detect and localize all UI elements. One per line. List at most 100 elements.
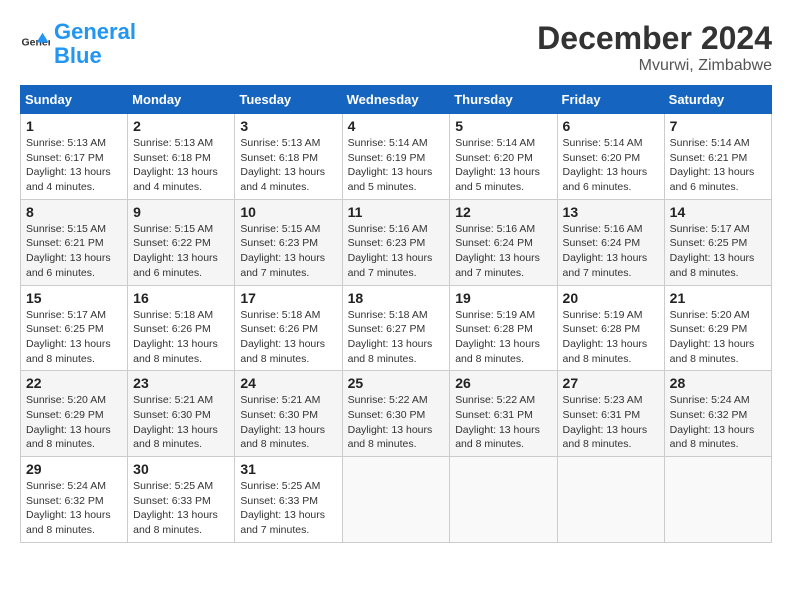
title-block: December 2024 Mvurwi, Zimbabwe [537, 20, 772, 75]
location-subtitle: Mvurwi, Zimbabwe [537, 57, 772, 75]
day-info: Sunrise: 5:18 AMSunset: 6:26 PMDaylight:… [240, 309, 325, 365]
day-number: 6 [563, 118, 659, 134]
calendar-cell: 10 Sunrise: 5:15 AMSunset: 6:23 PMDaylig… [235, 199, 342, 285]
calendar-cell [342, 457, 450, 543]
calendar-cell: 6 Sunrise: 5:14 AMSunset: 6:20 PMDayligh… [557, 114, 664, 200]
calendar-cell: 2 Sunrise: 5:13 AMSunset: 6:18 PMDayligh… [128, 114, 235, 200]
day-number: 24 [240, 375, 336, 391]
day-number: 30 [133, 461, 229, 477]
day-info: Sunrise: 5:15 AMSunset: 6:22 PMDaylight:… [133, 223, 218, 279]
day-number: 29 [26, 461, 122, 477]
calendar-cell: 29 Sunrise: 5:24 AMSunset: 6:32 PMDaylig… [21, 457, 128, 543]
header-saturday: Saturday [664, 86, 771, 114]
day-number: 31 [240, 461, 336, 477]
day-info: Sunrise: 5:13 AMSunset: 6:18 PMDaylight:… [240, 137, 325, 193]
calendar-cell [664, 457, 771, 543]
calendar-cell: 17 Sunrise: 5:18 AMSunset: 6:26 PMDaylig… [235, 285, 342, 371]
calendar-cell [557, 457, 664, 543]
calendar-cell: 20 Sunrise: 5:19 AMSunset: 6:28 PMDaylig… [557, 285, 664, 371]
day-info: Sunrise: 5:20 AMSunset: 6:29 PMDaylight:… [670, 309, 755, 365]
calendar-cell: 22 Sunrise: 5:20 AMSunset: 6:29 PMDaylig… [21, 371, 128, 457]
day-number: 4 [348, 118, 445, 134]
calendar-cell: 4 Sunrise: 5:14 AMSunset: 6:19 PMDayligh… [342, 114, 450, 200]
day-info: Sunrise: 5:14 AMSunset: 6:20 PMDaylight:… [455, 137, 540, 193]
day-number: 1 [26, 118, 122, 134]
calendar-cell: 31 Sunrise: 5:25 AMSunset: 6:33 PMDaylig… [235, 457, 342, 543]
calendar-cell: 14 Sunrise: 5:17 AMSunset: 6:25 PMDaylig… [664, 199, 771, 285]
calendar-cell: 3 Sunrise: 5:13 AMSunset: 6:18 PMDayligh… [235, 114, 342, 200]
day-number: 9 [133, 204, 229, 220]
day-number: 18 [348, 290, 445, 306]
header-sunday: Sunday [21, 86, 128, 114]
calendar-cell: 1 Sunrise: 5:13 AMSunset: 6:17 PMDayligh… [21, 114, 128, 200]
day-info: Sunrise: 5:15 AMSunset: 6:21 PMDaylight:… [26, 223, 111, 279]
weekday-header-row: Sunday Monday Tuesday Wednesday Thursday… [21, 86, 772, 114]
day-number: 13 [563, 204, 659, 220]
day-info: Sunrise: 5:25 AMSunset: 6:33 PMDaylight:… [133, 480, 218, 536]
calendar-cell: 8 Sunrise: 5:15 AMSunset: 6:21 PMDayligh… [21, 199, 128, 285]
day-number: 7 [670, 118, 766, 134]
header-thursday: Thursday [450, 86, 557, 114]
day-info: Sunrise: 5:16 AMSunset: 6:24 PMDaylight:… [455, 223, 540, 279]
calendar-cell: 19 Sunrise: 5:19 AMSunset: 6:28 PMDaylig… [450, 285, 557, 371]
day-info: Sunrise: 5:15 AMSunset: 6:23 PMDaylight:… [240, 223, 325, 279]
day-number: 21 [670, 290, 766, 306]
day-number: 26 [455, 375, 551, 391]
day-number: 25 [348, 375, 445, 391]
day-number: 2 [133, 118, 229, 134]
calendar-cell: 28 Sunrise: 5:24 AMSunset: 6:32 PMDaylig… [664, 371, 771, 457]
day-number: 17 [240, 290, 336, 306]
day-info: Sunrise: 5:18 AMSunset: 6:26 PMDaylight:… [133, 309, 218, 365]
day-number: 12 [455, 204, 551, 220]
day-info: Sunrise: 5:20 AMSunset: 6:29 PMDaylight:… [26, 394, 111, 450]
calendar-cell: 16 Sunrise: 5:18 AMSunset: 6:26 PMDaylig… [128, 285, 235, 371]
calendar-cell: 27 Sunrise: 5:23 AMSunset: 6:31 PMDaylig… [557, 371, 664, 457]
calendar-cell: 5 Sunrise: 5:14 AMSunset: 6:20 PMDayligh… [450, 114, 557, 200]
calendar-cell: 24 Sunrise: 5:21 AMSunset: 6:30 PMDaylig… [235, 371, 342, 457]
day-number: 20 [563, 290, 659, 306]
page-header: General GeneralBlue December 2024 Mvurwi… [20, 20, 772, 75]
header-friday: Friday [557, 86, 664, 114]
day-info: Sunrise: 5:22 AMSunset: 6:31 PMDaylight:… [455, 394, 540, 450]
calendar-cell: 30 Sunrise: 5:25 AMSunset: 6:33 PMDaylig… [128, 457, 235, 543]
day-info: Sunrise: 5:19 AMSunset: 6:28 PMDaylight:… [563, 309, 648, 365]
day-number: 5 [455, 118, 551, 134]
day-info: Sunrise: 5:24 AMSunset: 6:32 PMDaylight:… [26, 480, 111, 536]
day-number: 10 [240, 204, 336, 220]
calendar-cell [450, 457, 557, 543]
day-number: 22 [26, 375, 122, 391]
calendar-week-row: 15 Sunrise: 5:17 AMSunset: 6:25 PMDaylig… [21, 285, 772, 371]
calendar-table: Sunday Monday Tuesday Wednesday Thursday… [20, 85, 772, 543]
calendar-cell: 18 Sunrise: 5:18 AMSunset: 6:27 PMDaylig… [342, 285, 450, 371]
day-info: Sunrise: 5:14 AMSunset: 6:20 PMDaylight:… [563, 137, 648, 193]
day-info: Sunrise: 5:17 AMSunset: 6:25 PMDaylight:… [670, 223, 755, 279]
calendar-week-row: 29 Sunrise: 5:24 AMSunset: 6:32 PMDaylig… [21, 457, 772, 543]
day-number: 16 [133, 290, 229, 306]
calendar-week-row: 8 Sunrise: 5:15 AMSunset: 6:21 PMDayligh… [21, 199, 772, 285]
day-number: 23 [133, 375, 229, 391]
logo-text: GeneralBlue [54, 20, 136, 68]
day-info: Sunrise: 5:16 AMSunset: 6:23 PMDaylight:… [348, 223, 433, 279]
day-info: Sunrise: 5:14 AMSunset: 6:19 PMDaylight:… [348, 137, 433, 193]
day-number: 14 [670, 204, 766, 220]
logo: General GeneralBlue [20, 20, 136, 68]
day-info: Sunrise: 5:13 AMSunset: 6:18 PMDaylight:… [133, 137, 218, 193]
day-info: Sunrise: 5:21 AMSunset: 6:30 PMDaylight:… [240, 394, 325, 450]
day-info: Sunrise: 5:18 AMSunset: 6:27 PMDaylight:… [348, 309, 433, 365]
day-info: Sunrise: 5:24 AMSunset: 6:32 PMDaylight:… [670, 394, 755, 450]
calendar-cell: 9 Sunrise: 5:15 AMSunset: 6:22 PMDayligh… [128, 199, 235, 285]
day-number: 3 [240, 118, 336, 134]
calendar-cell: 15 Sunrise: 5:17 AMSunset: 6:25 PMDaylig… [21, 285, 128, 371]
day-info: Sunrise: 5:13 AMSunset: 6:17 PMDaylight:… [26, 137, 111, 193]
day-info: Sunrise: 5:17 AMSunset: 6:25 PMDaylight:… [26, 309, 111, 365]
calendar-cell: 11 Sunrise: 5:16 AMSunset: 6:23 PMDaylig… [342, 199, 450, 285]
header-monday: Monday [128, 86, 235, 114]
day-info: Sunrise: 5:16 AMSunset: 6:24 PMDaylight:… [563, 223, 648, 279]
calendar-cell: 26 Sunrise: 5:22 AMSunset: 6:31 PMDaylig… [450, 371, 557, 457]
day-number: 8 [26, 204, 122, 220]
calendar-cell: 25 Sunrise: 5:22 AMSunset: 6:30 PMDaylig… [342, 371, 450, 457]
day-number: 11 [348, 204, 445, 220]
day-info: Sunrise: 5:23 AMSunset: 6:31 PMDaylight:… [563, 394, 648, 450]
day-info: Sunrise: 5:21 AMSunset: 6:30 PMDaylight:… [133, 394, 218, 450]
header-wednesday: Wednesday [342, 86, 450, 114]
